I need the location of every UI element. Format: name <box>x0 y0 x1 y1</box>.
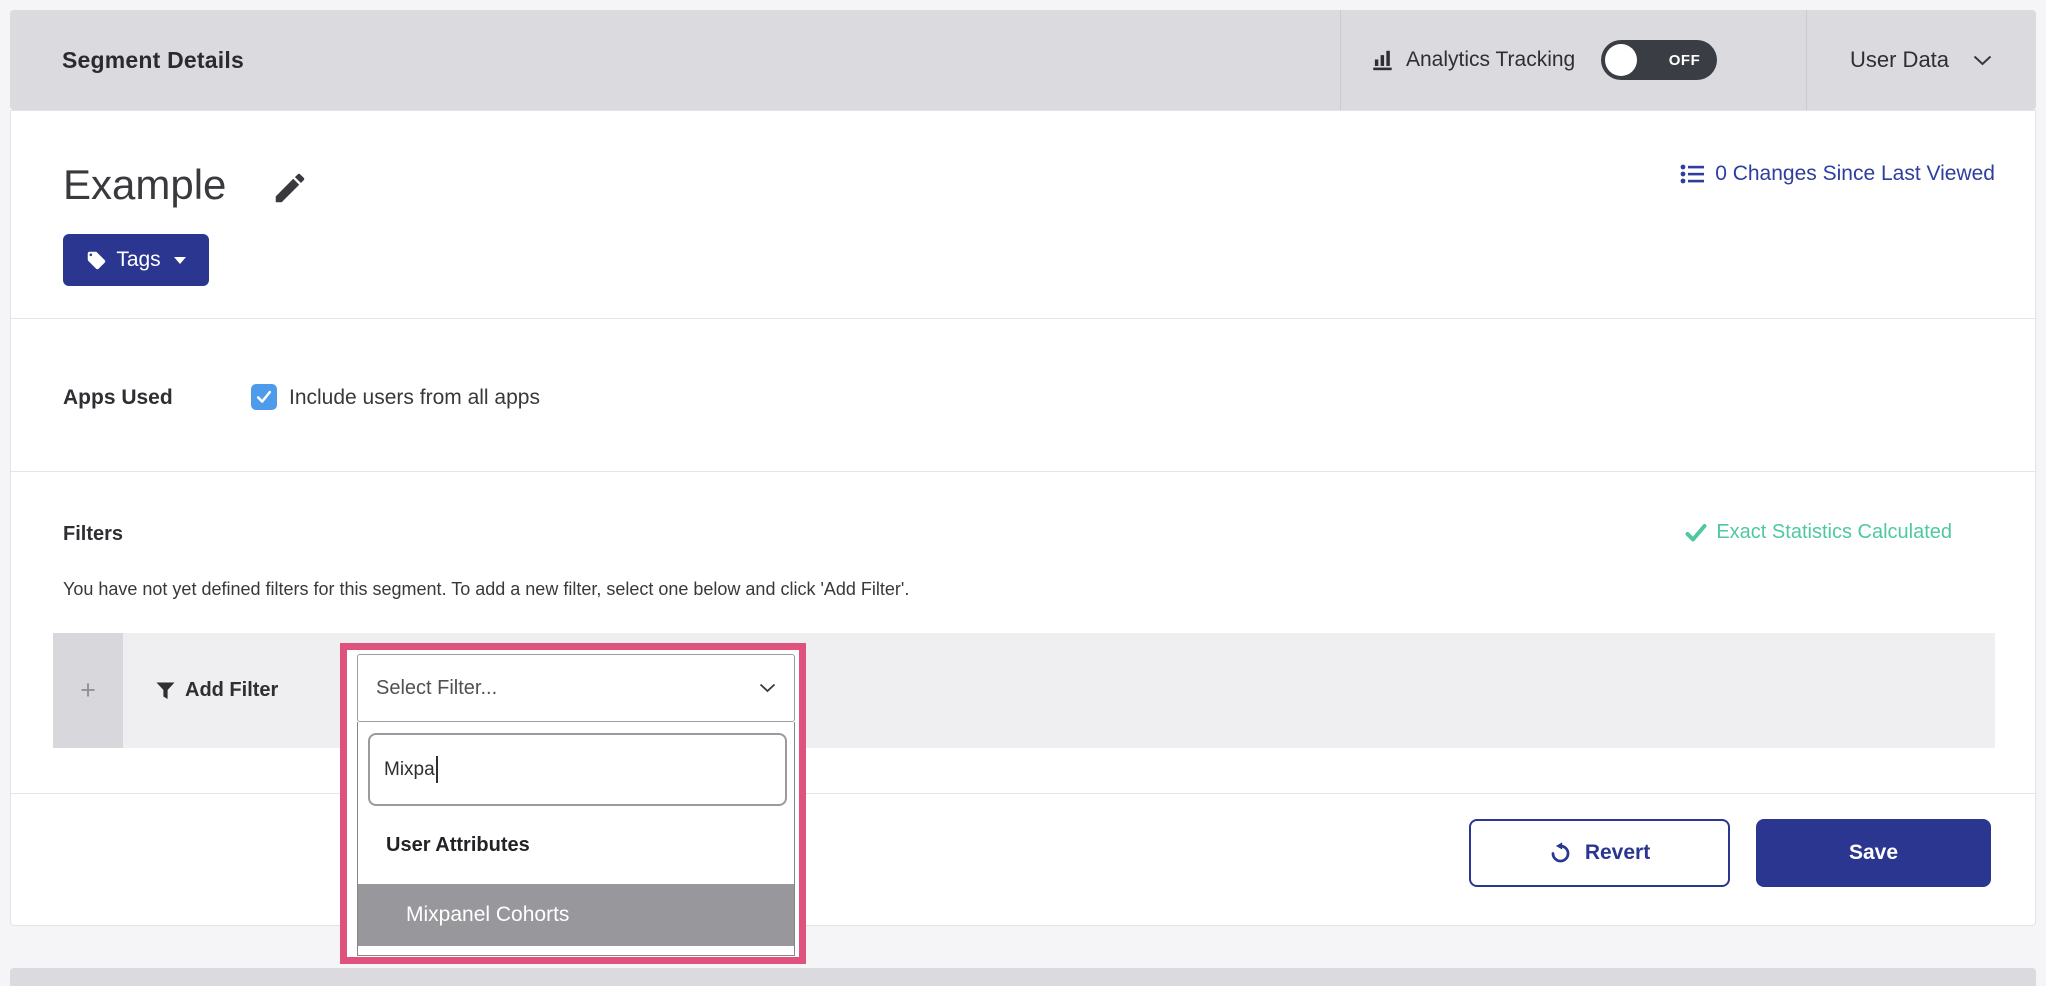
check-icon <box>255 388 273 406</box>
add-filter-label: Add Filter <box>185 679 278 702</box>
include-all-apps-label: Include users from all apps <box>289 386 540 410</box>
filter-select[interactable]: Select Filter... <box>357 654 795 722</box>
save-button[interactable]: Save <box>1756 819 1991 887</box>
segment-details-card: Example Tags 0 Changes Si <box>10 110 2036 926</box>
section-divider <box>11 793 2035 794</box>
tags-button[interactable]: Tags <box>63 234 209 286</box>
save-label: Save <box>1849 841 1898 865</box>
user-data-dropdown[interactable]: User Data <box>1850 10 1992 110</box>
tag-icon <box>86 250 107 271</box>
revert-button[interactable]: Revert <box>1469 819 1730 887</box>
change-list-icon <box>1680 163 1706 185</box>
toggle-knob <box>1605 44 1637 76</box>
filter-search-input[interactable]: Mixpa <box>368 733 787 806</box>
check-icon <box>1685 523 1707 543</box>
changes-link-label: 0 Changes Since Last Viewed <box>1715 162 1995 186</box>
filter-funnel-icon <box>156 682 175 700</box>
section-divider <box>11 318 2035 319</box>
add-filter-button[interactable]: Add Filter <box>156 633 278 748</box>
dropdown-group-header: User Attributes <box>386 834 530 857</box>
exact-statistics-label: Exact Statistics Calculated <box>1716 521 1952 544</box>
revert-label: Revert <box>1585 841 1650 865</box>
bottom-bar <box>10 968 2036 986</box>
analytics-tracking-group: Analytics Tracking OFF <box>1370 10 1717 110</box>
topbar-divider <box>1340 10 1341 110</box>
chevron-down-icon <box>1973 55 1992 66</box>
apps-used-label: Apps Used <box>63 386 173 410</box>
analytics-tracking-label: Analytics Tracking <box>1406 48 1575 72</box>
tags-button-label: Tags <box>116 248 160 272</box>
revert-undo-icon <box>1549 842 1572 865</box>
highlight-annotation-box: Select Filter... Mixpa User Attributes M… <box>340 643 806 964</box>
text-cursor <box>436 756 438 783</box>
dropdown-option-mixpanel-cohorts[interactable]: Mixpanel Cohorts <box>358 884 794 946</box>
page-title: Segment Details <box>62 10 244 110</box>
add-filter-plus-button[interactable]: + <box>53 633 123 748</box>
bar-chart-icon <box>1370 47 1396 73</box>
exact-statistics-badge: Exact Statistics Calculated <box>1685 521 1952 544</box>
filter-select-placeholder: Select Filter... <box>376 677 497 700</box>
filter-search-value: Mixpa <box>384 759 435 781</box>
segment-name: Example <box>63 161 226 209</box>
topbar-divider <box>1806 10 1807 110</box>
changes-since-last-viewed-link[interactable]: 0 Changes Since Last Viewed <box>1680 159 1995 189</box>
filters-description: You have not yet defined filters for thi… <box>63 579 909 600</box>
filter-dropdown-panel: Mixpa User Attributes Mixpanel Cohorts <box>357 722 795 956</box>
caret-down-icon <box>174 257 186 264</box>
chevron-down-icon <box>759 683 776 693</box>
include-all-apps-checkbox[interactable] <box>251 384 277 410</box>
analytics-tracking-toggle[interactable]: OFF <box>1601 40 1717 80</box>
segment-details-page: Segment Details Analytics Tracking OFF U… <box>0 0 2046 986</box>
user-data-label: User Data <box>1850 47 1949 73</box>
section-divider <box>11 471 2035 472</box>
toggle-state-label: OFF <box>1669 40 1701 80</box>
filters-heading: Filters <box>63 523 123 546</box>
edit-pencil-icon[interactable] <box>271 169 309 207</box>
top-bar: Segment Details Analytics Tracking OFF U… <box>10 10 2036 110</box>
